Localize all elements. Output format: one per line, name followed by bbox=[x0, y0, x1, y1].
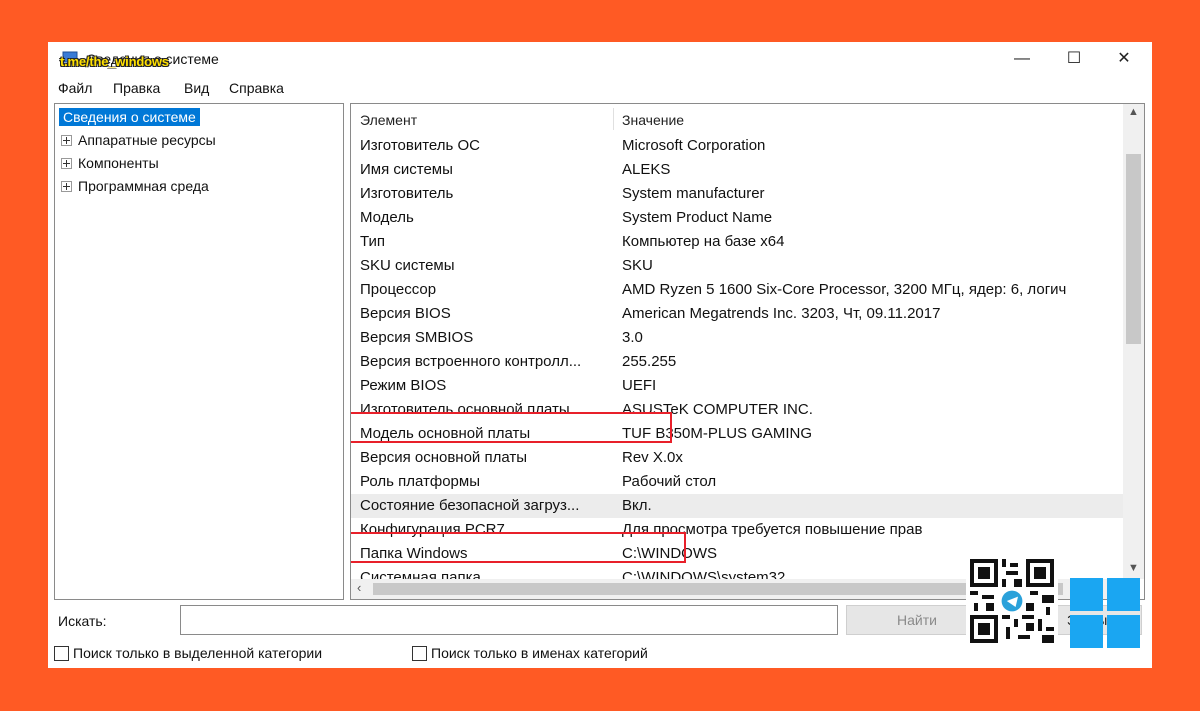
table-row[interactable]: Тип Компьютер на базе x64 bbox=[351, 230, 1123, 254]
highlight-bios-mode bbox=[351, 412, 672, 443]
checkbox-selected-category[interactable]: Поиск только в выделенной категории bbox=[54, 645, 322, 662]
row-item: Роль платформы bbox=[360, 473, 480, 490]
table-row[interactable]: Режим BIOS UEFI bbox=[351, 374, 1123, 398]
row-value: TUF B350M-PLUS GAMING bbox=[622, 425, 813, 442]
row-value: Rev X.0x bbox=[622, 449, 683, 466]
maximize-button[interactable]: ☐ bbox=[1048, 42, 1100, 76]
table-row[interactable]: Процессор AMD Ryzen 5 1600 Six-Core Proce… bbox=[351, 278, 1123, 302]
column-header-value[interactable]: Значение bbox=[622, 112, 684, 128]
row-item: Версия SMBIOS bbox=[360, 329, 474, 346]
table-row[interactable]: Версия встроенного контролл... 255.255 bbox=[351, 350, 1123, 374]
scroll-left-icon[interactable]: ‹ bbox=[357, 580, 361, 595]
row-value: System manufacturer bbox=[622, 185, 765, 202]
row-item: Модель bbox=[360, 209, 414, 226]
table-row[interactable]: Версия основной платы Rev X.0x bbox=[351, 446, 1123, 470]
row-value: Компьютер на базе x64 bbox=[622, 233, 785, 250]
expand-icon[interactable] bbox=[61, 134, 72, 146]
row-item: Режим BIOS bbox=[360, 377, 447, 394]
checkbox-category-names[interactable]: Поиск только в именах категорий bbox=[412, 645, 648, 662]
row-value: Рабочий стол bbox=[622, 473, 717, 490]
vertical-scroll-thumb[interactable] bbox=[1126, 154, 1141, 344]
table-row[interactable]: Версия SMBIOS 3.0 bbox=[351, 326, 1123, 350]
row-item: Процессор bbox=[360, 281, 437, 298]
row-item: Версия BIOS bbox=[360, 305, 451, 322]
row-item: Версия встроенного контролл... bbox=[360, 353, 582, 370]
tree-item-software-env[interactable]: Программная среда bbox=[61, 178, 209, 194]
search-label: Искать: bbox=[58, 613, 107, 629]
tree-item-hardware[interactable]: Аппаратные ресурсы bbox=[61, 132, 216, 148]
tree-item-components[interactable]: Компоненты bbox=[61, 155, 159, 171]
checkbox-icon[interactable] bbox=[412, 645, 427, 661]
table-row[interactable]: Роль платформы Рабочий стол bbox=[351, 470, 1123, 494]
row-value: ALEKS bbox=[622, 161, 671, 178]
watermark: t.me/the_windows bbox=[60, 54, 169, 69]
table-row[interactable]: Версия BIOS American Megatrends Inc. 3203… bbox=[351, 302, 1123, 326]
table-row[interactable]: Изготовитель ОС Microsoft Corporation bbox=[351, 134, 1123, 158]
menu-file[interactable]: Файл bbox=[58, 80, 92, 96]
vertical-scrollbar[interactable]: ▲ ▼ bbox=[1123, 104, 1144, 579]
row-value: American Megatrends Inc. 3203, Чт, 09.11… bbox=[622, 305, 941, 322]
row-value: Microsoft Corporation bbox=[622, 137, 766, 154]
table-row[interactable]: Имя системы ALEKS bbox=[351, 158, 1123, 182]
row-value: 255.255 bbox=[622, 353, 677, 370]
row-item: SKU системы bbox=[360, 257, 455, 274]
windows-logo-icon bbox=[1070, 578, 1140, 648]
row-value: 3.0 bbox=[622, 329, 643, 346]
table-row[interactable]: Модель System Product Name bbox=[351, 206, 1123, 230]
highlight-secure-boot bbox=[351, 532, 686, 563]
column-header-item[interactable]: Элемент bbox=[360, 112, 417, 128]
row-value: Для просмотра требуется повышение прав bbox=[622, 521, 923, 538]
table-row[interactable]: Состояние безопасной загруз... Вкл. bbox=[351, 494, 1123, 518]
checkbox-icon[interactable] bbox=[54, 645, 69, 661]
details-list: Элемент Значение Изготовитель ОС Microsof… bbox=[350, 103, 1145, 600]
row-item: Версия основной платы bbox=[360, 449, 528, 466]
scroll-down-icon[interactable]: ▼ bbox=[1123, 562, 1144, 574]
row-value: System Product Name bbox=[622, 209, 773, 226]
row-item: Состояние безопасной загруз... bbox=[360, 497, 580, 514]
row-item: Изготовитель ОС bbox=[360, 137, 480, 154]
expand-icon[interactable] bbox=[61, 180, 72, 192]
search-input[interactable] bbox=[180, 605, 838, 635]
horizontal-scroll-thumb[interactable] bbox=[373, 583, 1063, 595]
row-value: Вкл. bbox=[622, 497, 652, 514]
menu-view[interactable]: Вид bbox=[184, 80, 209, 96]
title-bar: Сведения о системе t.me/the_windows — ☐ … bbox=[48, 42, 1152, 76]
row-value: UEFI bbox=[622, 377, 657, 394]
row-value: AMD Ryzen 5 1600 Six-Core Processor, 320… bbox=[622, 281, 1067, 298]
scroll-up-icon[interactable]: ▲ bbox=[1123, 106, 1144, 118]
minimize-button[interactable]: — bbox=[996, 42, 1048, 76]
menu-edit[interactable]: Правка bbox=[113, 80, 160, 96]
close-window-button[interactable]: ✕ bbox=[1098, 42, 1150, 76]
column-separator[interactable] bbox=[613, 108, 614, 130]
table-row[interactable]: Изготовитель System manufacturer bbox=[351, 182, 1123, 206]
row-item: Изготовитель bbox=[360, 185, 454, 202]
row-item: Тип bbox=[360, 233, 386, 250]
menu-help[interactable]: Справка bbox=[229, 80, 284, 96]
tree-root-system-summary[interactable]: Сведения о системе bbox=[59, 108, 200, 126]
table-row[interactable]: SKU системы SKU bbox=[351, 254, 1123, 278]
expand-icon[interactable] bbox=[61, 157, 72, 169]
row-value: ASUSTeK COMPUTER INC. bbox=[622, 401, 813, 418]
row-value: SKU bbox=[622, 257, 653, 274]
category-tree: Сведения о системе Аппаратные ресурсы Ко… bbox=[54, 103, 344, 600]
row-item: Имя системы bbox=[360, 161, 453, 178]
list-header: Элемент Значение bbox=[351, 104, 1123, 132]
telegram-qr-icon bbox=[966, 555, 1058, 647]
